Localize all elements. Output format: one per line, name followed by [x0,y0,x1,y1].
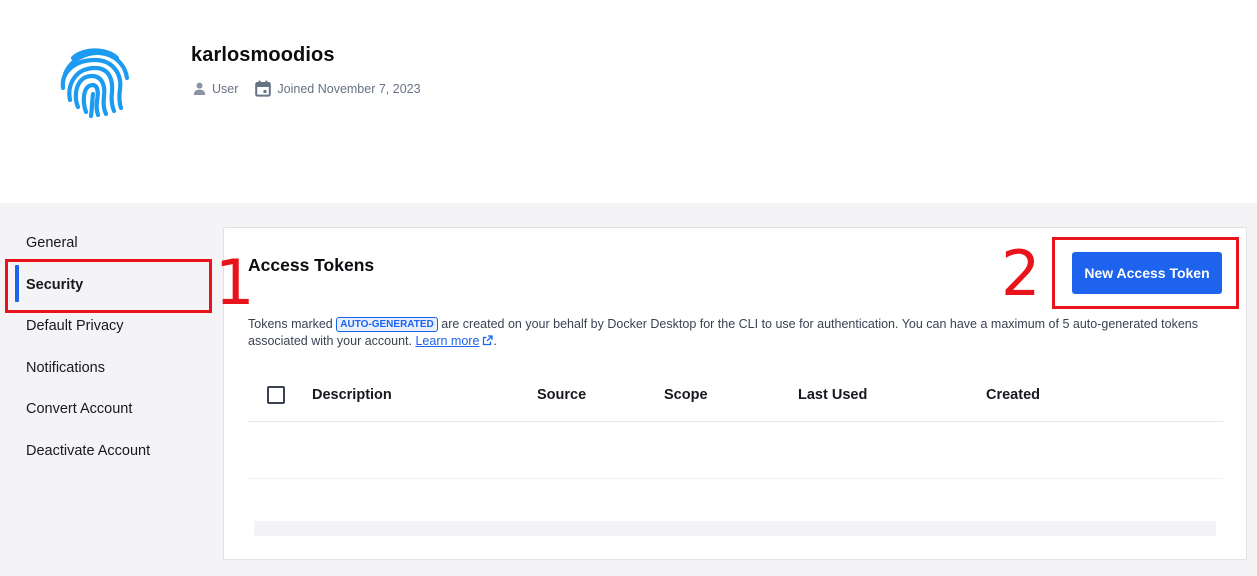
profile-role: User [193,82,238,96]
column-created[interactable]: Created [986,387,1040,403]
access-tokens-title: Access Tokens [248,255,375,275]
profile-role-label: User [212,81,239,96]
learn-more-link[interactable]: Learn more [415,334,479,348]
tokens-table-header: Description Source Scope Last Used Creat… [248,370,1223,422]
desc-prefix: Tokens marked [248,317,333,331]
column-source[interactable]: Source [537,387,586,403]
profile-header: karlosmoodios User Joined November 7, 20… [0,0,1257,203]
sidebar-item-deactivate-account[interactable]: Deactivate Account [26,443,150,459]
calendar-icon [255,80,272,97]
column-last-used[interactable]: Last Used [798,387,867,403]
annotation-box-1 [5,259,212,313]
sidebar-item-general[interactable]: General [26,235,78,251]
profile-joined-label: Joined November 7, 2023 [277,81,421,96]
annotation-box-2 [1052,237,1239,309]
user-icon [193,82,206,95]
profile-joined: Joined November 7, 2023 [255,80,421,97]
column-description[interactable]: Description [312,387,392,403]
column-scope[interactable]: Scope [664,387,708,403]
fingerprint-icon [56,44,134,120]
external-link-icon[interactable] [482,335,494,346]
table-row-divider [248,478,1223,479]
auto-generated-badge: AUTO-GENERATED [336,317,438,332]
profile-meta: User Joined November 7, 2023 [193,80,438,97]
sidebar-item-convert-account[interactable]: Convert Account [26,401,132,417]
table-horizontal-scrollbar[interactable] [254,521,1216,536]
select-all-checkbox[interactable] [267,386,285,404]
annotation-number-2: 2 [1001,237,1041,310]
sidebar-item-default-privacy[interactable]: Default Privacy [26,318,124,334]
access-tokens-description: Tokens marked AUTO-GENERATED are created… [248,317,1198,348]
annotation-number-1: 1 [215,246,255,319]
profile-username: karlosmoodios [191,44,335,66]
sidebar-item-notifications[interactable]: Notifications [26,360,105,376]
